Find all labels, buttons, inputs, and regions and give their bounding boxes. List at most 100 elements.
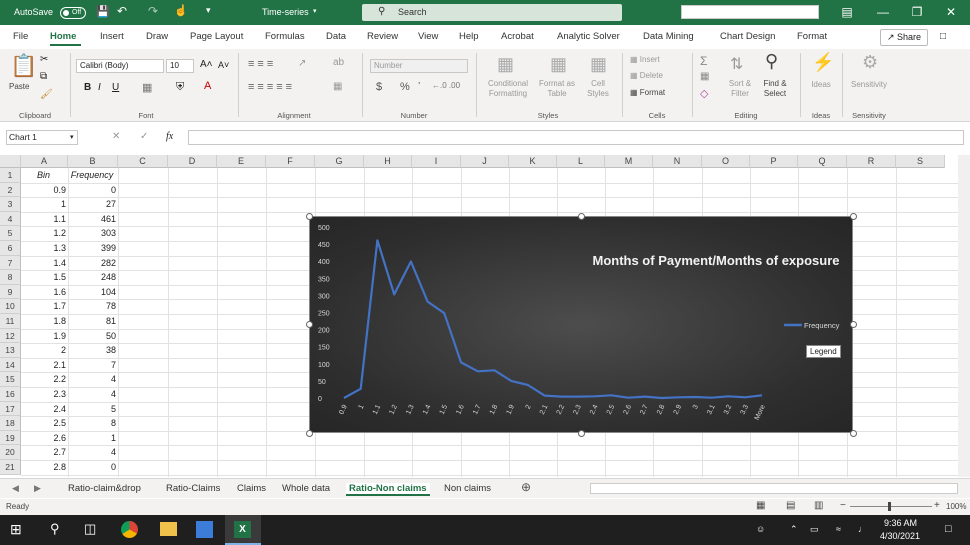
column-header-q[interactable]: Q <box>798 155 847 168</box>
format-cells-button[interactable]: ▦ Format <box>630 88 665 98</box>
formula-input[interactable] <box>188 130 964 145</box>
italic-icon[interactable]: I <box>98 82 101 93</box>
tab-formulas[interactable]: Formulas <box>265 31 305 42</box>
chart-area[interactable]: Months of Payment/Months of exposure 0 50 1… <box>309 216 853 433</box>
page-layout-view-icon[interactable]: ▤ <box>786 500 795 511</box>
cell-bin[interactable]: 1.5 <box>21 270 66 284</box>
conditional-formatting-label[interactable]: Conditional Formatting <box>482 79 534 99</box>
chrome-icon[interactable] <box>121 521 138 538</box>
align-center-icons[interactable]: ≡≡≡≡≡ <box>248 81 295 93</box>
row-header[interactable]: 18 <box>0 416 21 431</box>
sort-filter-icon[interactable]: ⇅ <box>730 54 743 74</box>
cell-bin[interactable]: 2 <box>21 343 66 357</box>
tab-draw[interactable]: Draw <box>146 31 168 42</box>
cell-frequency[interactable]: 248 <box>68 270 116 284</box>
save-icon[interactable]: 💾 <box>96 5 110 18</box>
cell-frequency[interactable]: 5 <box>68 402 116 416</box>
cell-frequency[interactable]: 461 <box>68 212 116 226</box>
decimal-icons[interactable]: ←.0 .00 <box>432 81 460 90</box>
cell-frequency[interactable]: 78 <box>68 299 116 313</box>
new-sheet-icon[interactable]: ⊕ <box>521 480 531 494</box>
column-header-p[interactable]: P <box>750 155 798 168</box>
row-header[interactable]: 14 <box>0 357 21 373</box>
enter-icon[interactable]: ✓ <box>140 131 148 142</box>
tab-data-mining[interactable]: Data Mining <box>643 31 694 42</box>
undo-icon[interactable]: ↶ <box>117 4 127 18</box>
fill-icon[interactable]: ▦ <box>700 71 709 82</box>
comma-icon[interactable]: ’ <box>418 81 420 92</box>
chart-resize-handle[interactable] <box>850 213 857 220</box>
cell-bin[interactable]: 2.3 <box>21 387 66 401</box>
volume-icon[interactable]: ♩ <box>858 524 867 534</box>
copy-icon[interactable]: ⧉ <box>40 71 47 82</box>
column-header-j[interactable]: J <box>461 155 509 168</box>
sheet-tab-ratio-claims[interactable]: Ratio-Claims <box>166 483 220 494</box>
file-explorer-icon[interactable] <box>160 522 177 536</box>
column-header-k[interactable]: K <box>509 155 557 168</box>
cell-bin[interactable]: 1.8 <box>21 314 66 328</box>
underline-icon[interactable]: U <box>112 82 119 93</box>
app-icon[interactable] <box>196 521 213 538</box>
zoom-in-icon[interactable]: + <box>934 500 940 511</box>
row-header[interactable]: 15 <box>0 372 21 387</box>
row-header[interactable]: 1 <box>0 168 21 183</box>
close-icon[interactable]: ✕ <box>934 0 968 25</box>
cut-icon[interactable]: ✂ <box>40 54 48 65</box>
cell-styles-icon[interactable]: ▦ <box>590 54 607 75</box>
autosave-toggle[interactable]: Off <box>60 7 86 19</box>
increase-font-icon[interactable]: A˄ <box>200 59 213 70</box>
align-top-icons[interactable]: ≡≡≡ <box>248 58 276 70</box>
cell-bin[interactable]: 2.8 <box>21 460 66 474</box>
sheet-tab-ratio-non-claims[interactable]: Ratio-Non claims <box>346 483 430 496</box>
column-header-h[interactable]: H <box>364 155 412 168</box>
tab-view[interactable]: View <box>418 31 438 42</box>
cell-bin[interactable]: 1 <box>21 197 66 211</box>
column-header-e[interactable]: E <box>217 155 266 168</box>
tab-review[interactable]: Review <box>367 31 398 42</box>
row-header[interactable]: 16 <box>0 387 21 402</box>
column-header-b[interactable]: B <box>68 155 118 168</box>
cell-bin[interactable]: 1.1 <box>21 212 66 226</box>
page-break-view-icon[interactable]: ▥ <box>814 500 823 511</box>
chart-resize-handle[interactable] <box>850 321 857 328</box>
cell-frequency[interactable]: 81 <box>68 314 116 328</box>
clock-date[interactable]: 4/30/2021 <box>880 531 920 541</box>
share-button[interactable]: ↗ Share <box>880 29 928 46</box>
cell-frequency[interactable]: 0 <box>68 183 116 197</box>
column-header-f[interactable]: F <box>266 155 315 168</box>
cancel-icon[interactable]: ✕ <box>112 131 120 142</box>
cell-bin[interactable]: 1.6 <box>21 285 66 299</box>
tab-help[interactable]: Help <box>459 31 479 42</box>
format-as-table-icon[interactable]: ▦ <box>550 54 567 75</box>
vertical-scrollbar[interactable] <box>958 155 970 477</box>
chart-resize-handle[interactable] <box>306 321 313 328</box>
cell-frequency[interactable]: 282 <box>68 256 116 270</box>
autosum-icon[interactable]: Σ <box>700 54 707 68</box>
zoom-slider[interactable] <box>850 506 932 507</box>
orientation-icon[interactable]: ↗ <box>298 58 306 69</box>
minimize-icon[interactable]: — <box>866 0 900 25</box>
bold-icon[interactable]: B <box>84 82 91 93</box>
insert-cells-button[interactable]: ▦ Insert <box>630 55 660 65</box>
decrease-font-icon[interactable]: A˅ <box>218 60 229 70</box>
cell-frequency[interactable]: 4 <box>68 387 116 401</box>
paste-label[interactable]: Paste <box>9 82 29 92</box>
row-header[interactable]: 5 <box>0 226 21 241</box>
percent-icon[interactable]: % <box>400 81 410 93</box>
cell-frequency[interactable]: 38 <box>68 343 116 357</box>
row-header[interactable]: 3 <box>0 197 21 212</box>
row-header[interactable]: 11 <box>0 314 21 329</box>
column-header-a[interactable]: A <box>21 155 68 168</box>
tab-acrobat[interactable]: Acrobat <box>501 31 534 42</box>
row-header[interactable]: 20 <box>0 445 21 460</box>
row-header[interactable]: 17 <box>0 401 21 417</box>
chart-resize-handle[interactable] <box>306 430 313 437</box>
cell-frequency[interactable]: Frequency <box>68 168 116 182</box>
ideas-icon[interactable]: ⚡ <box>812 52 834 73</box>
cell-bin[interactable]: 2.1 <box>21 358 66 372</box>
cell-frequency[interactable]: 0 <box>68 460 116 474</box>
sheet-tab-non-claims[interactable]: Non claims <box>444 483 491 494</box>
column-header-d[interactable]: D <box>168 155 217 168</box>
sensitivity-icon[interactable]: ⚙ <box>862 52 878 73</box>
row-header[interactable]: 10 <box>0 299 21 314</box>
